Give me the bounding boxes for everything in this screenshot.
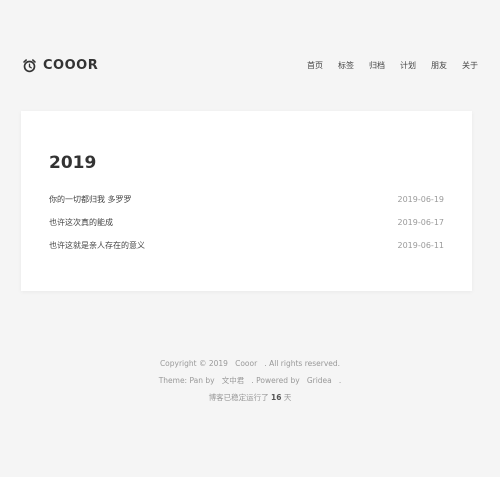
- copyright-name-link[interactable]: Cooor: [235, 359, 257, 368]
- nav-home[interactable]: 首页: [307, 60, 323, 71]
- list-item: 也许这次真的能成 2019-06-17: [49, 211, 444, 234]
- uptime-days: 16: [271, 393, 282, 402]
- list-item: 你的一切都归我 多罗罗 2019-06-19: [49, 188, 444, 211]
- nav-friends[interactable]: 朋友: [431, 60, 447, 71]
- page: COOOR 首页 标签 归档 计划 朋友 关于 2019 你的一切都归我 多罗罗…: [0, 0, 500, 477]
- copyright-line: Copyright © 2019 Cooor . All rights rese…: [0, 355, 500, 372]
- site-footer: Copyright © 2019 Cooor . All rights rese…: [0, 355, 500, 406]
- uptime-prefix: 博客已稳定运行了: [208, 393, 269, 402]
- post-title-link[interactable]: 也许这次真的能成: [49, 217, 113, 228]
- uptime-suffix: 天: [283, 393, 292, 402]
- theme-line: Theme: Pan by 文中君 . Powered by Gridea .: [0, 372, 500, 389]
- gridea-link[interactable]: Gridea: [307, 376, 332, 385]
- theme-prefix: Theme: Pan by: [158, 376, 215, 385]
- post-list: 你的一切都归我 多罗罗 2019-06-19 也许这次真的能成 2019-06-…: [49, 188, 444, 257]
- archive-year: 2019: [49, 153, 97, 173]
- post-date: 2019-06-11: [397, 241, 445, 250]
- site-title: COOOR: [43, 57, 99, 73]
- nav-plan[interactable]: 计划: [400, 60, 416, 71]
- brand-logo[interactable]: COOOR: [22, 58, 98, 73]
- powered-prefix: . Powered by: [251, 376, 300, 385]
- copyright-prefix: Copyright © 2019: [159, 359, 228, 368]
- uptime-line: 博客已稳定运行了 16 天: [0, 389, 500, 406]
- post-title-link[interactable]: 你的一切都归我 多罗罗: [49, 194, 132, 205]
- post-title-link[interactable]: 也许这就是亲人存在的意义: [49, 240, 145, 251]
- nav-tags[interactable]: 标签: [338, 60, 354, 71]
- copyright-suffix: . All rights reserved.: [264, 359, 341, 368]
- post-date: 2019-06-17: [397, 218, 445, 227]
- site-header: COOOR 首页 标签 归档 计划 朋友 关于: [22, 54, 478, 76]
- main-nav: 首页 标签 归档 计划 朋友 关于: [307, 60, 478, 71]
- post-date: 2019-06-19: [397, 195, 445, 204]
- archive-card: 2019 你的一切都归我 多罗罗 2019-06-19 也许这次真的能成 201…: [21, 111, 472, 291]
- theme-author-link[interactable]: 文中君: [222, 376, 245, 385]
- list-item: 也许这就是亲人存在的意义 2019-06-11: [49, 234, 444, 257]
- alarm-clock-icon: [22, 58, 37, 73]
- nav-about[interactable]: 关于: [462, 60, 478, 71]
- powered-suffix: .: [338, 376, 342, 385]
- nav-archive[interactable]: 归档: [369, 60, 385, 71]
